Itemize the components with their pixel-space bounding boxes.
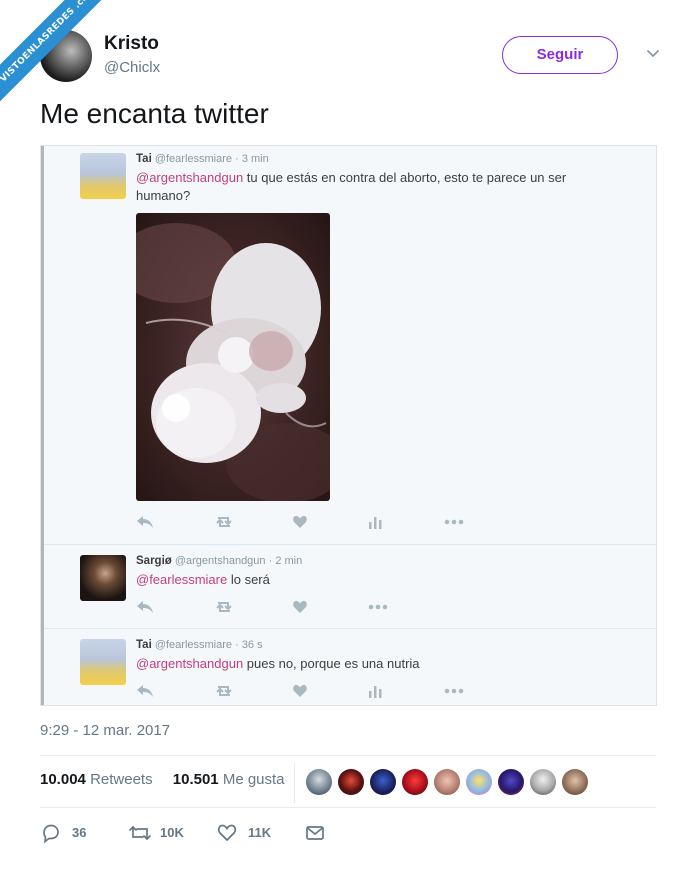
author-handle[interactable]: @Chiclx (104, 59, 160, 76)
heart-icon[interactable] (292, 514, 308, 530)
reply-time: · 2 min (268, 555, 303, 567)
list-item: Tai @fearlessmiare · 36 s @argentshandgu… (44, 629, 656, 705)
retweet-icon[interactable] (214, 514, 234, 530)
analytics-icon[interactable] (368, 514, 382, 530)
avatar[interactable] (562, 769, 588, 795)
reply-header: Tai @fearlessmiare · 36 s (136, 639, 263, 651)
avatar[interactable] (80, 639, 126, 685)
reply-text: @argentshandgun tu que estás en contra d… (136, 169, 616, 205)
reply-icon (43, 824, 59, 844)
heart-icon (217, 824, 237, 842)
reply-text: @fearlessmiare lo será (136, 571, 616, 589)
avatar[interactable] (402, 769, 428, 795)
reply-author-handle[interactable]: @fearlessmiare (155, 639, 232, 651)
reply-author-name[interactable]: Tai (136, 639, 152, 651)
tweet-timestamp[interactable]: 9:29 - 12 mar. 2017 (40, 722, 170, 739)
mention-link[interactable]: @argentshandgun (136, 656, 243, 671)
avatar[interactable] (434, 769, 460, 795)
heart-icon[interactable] (292, 683, 308, 699)
retweet-icon[interactable] (214, 599, 234, 615)
more-icon[interactable] (444, 683, 464, 699)
avatar[interactable] (370, 769, 396, 795)
attached-photo[interactable] (136, 213, 330, 501)
retweet-icon (129, 825, 151, 841)
author-name[interactable]: Kristo (104, 33, 159, 55)
reply-author-name[interactable]: Tai (136, 153, 152, 165)
more-icon[interactable] (368, 599, 388, 615)
chevron-down-icon[interactable] (646, 46, 660, 60)
follow-button[interactable]: Seguir (502, 36, 618, 74)
mail-icon (306, 826, 324, 840)
reply-actions (136, 683, 476, 699)
tweet-text: Me encanta twitter (40, 98, 269, 129)
reply-author-handle[interactable]: @fearlessmiare (155, 153, 232, 165)
tweet-header: Kristo @Chiclx Seguir (40, 28, 660, 84)
avatar[interactable] (306, 769, 332, 795)
list-item: Tai @fearlessmiare · 3 min @argentshandg… (44, 146, 656, 544)
avatar[interactable] (80, 555, 126, 601)
mention-link[interactable]: @fearlessmiare (136, 572, 227, 587)
embedded-conversation: Tai @fearlessmiare · 3 min @argentshandg… (40, 145, 657, 706)
retweet-icon[interactable] (214, 683, 234, 699)
reply-icon[interactable] (136, 599, 154, 615)
reply-author-name[interactable]: Sargiø (136, 555, 172, 567)
reply-icon[interactable] (136, 514, 154, 530)
reply-body: lo será (227, 572, 270, 587)
reply-actions (136, 599, 476, 615)
reply-icon[interactable] (136, 683, 154, 699)
more-icon[interactable] (444, 514, 464, 530)
divider (40, 755, 656, 756)
reply-header: Tai @fearlessmiare · 3 min (136, 153, 269, 165)
avatar[interactable] (338, 769, 364, 795)
analytics-icon[interactable] (368, 683, 382, 699)
reply-actions (136, 514, 476, 530)
avatar[interactable] (498, 769, 524, 795)
divider (294, 763, 295, 803)
tweet-stats: 10.004 Retweets 10.501 Me gusta (40, 771, 301, 793)
reply-author-handle[interactable]: @argentshandgun (175, 555, 266, 567)
mention-link[interactable]: @argentshandgun (136, 170, 243, 185)
avatar[interactable] (530, 769, 556, 795)
likes-stat[interactable]: 10.501 Me gusta (173, 771, 293, 788)
heart-icon[interactable] (292, 599, 308, 615)
avatar[interactable] (466, 769, 492, 795)
divider (40, 807, 656, 808)
reply-time: · 36 s (235, 639, 263, 651)
reply-time: · 3 min (235, 153, 269, 165)
reply-text: @argentshandgun pues no, porque es una n… (136, 655, 616, 673)
reply-body: pues no, porque es una nutria (243, 656, 420, 671)
list-item: Sargiø @argentshandgun · 2 min @fearless… (44, 545, 656, 628)
reply-header: Sargiø @argentshandgun · 2 min (136, 555, 302, 567)
retweets-stat[interactable]: 10.004 Retweets (40, 771, 161, 788)
avatar[interactable] (80, 153, 126, 199)
